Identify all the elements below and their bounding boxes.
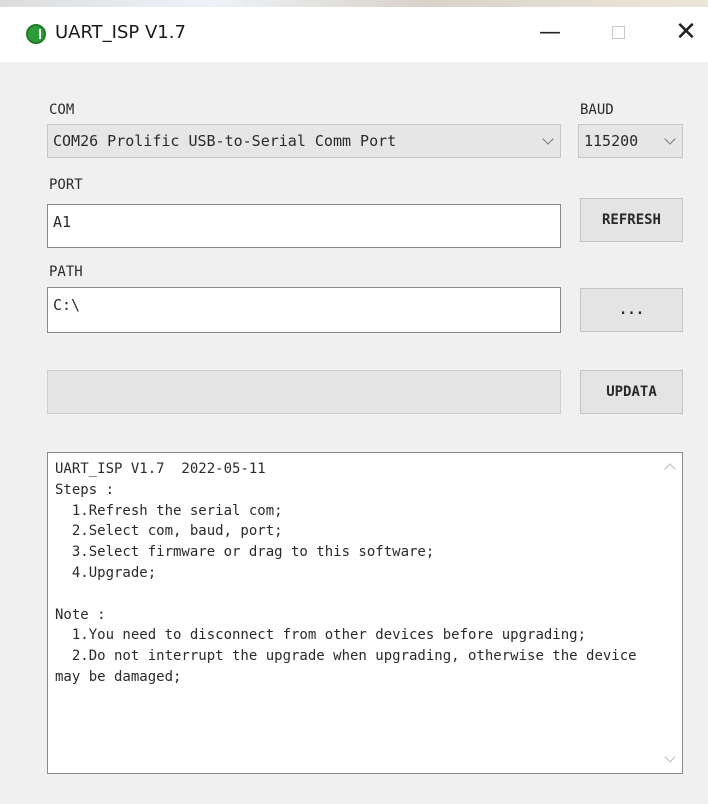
maximize-icon <box>611 25 625 39</box>
browse-button[interactable]: ... <box>580 288 683 332</box>
baud-select-value: 115200 <box>584 132 639 150</box>
refresh-button[interactable]: REFRESH <box>580 198 683 242</box>
close-button[interactable]: ✕ <box>664 14 708 50</box>
window-title: UART_ISP V1.7 <box>55 22 186 43</box>
com-select[interactable]: COM26 Prolific USB-to-Serial Comm Port <box>47 124 561 158</box>
scroll-down-icon[interactable] <box>664 751 676 763</box>
baud-select[interactable]: 115200 <box>578 124 683 158</box>
log-text: UART_ISP V1.7 2022-05-11 Steps : 1.Refre… <box>55 461 637 685</box>
window-top-strip <box>0 0 708 7</box>
baud-label: BAUD <box>580 102 614 118</box>
path-input[interactable]: C:\ <box>47 287 561 333</box>
maximize-button[interactable] <box>596 14 640 50</box>
log-textarea[interactable]: UART_ISP V1.7 2022-05-11 Steps : 1.Refre… <box>47 452 683 774</box>
path-label: PATH <box>49 264 83 280</box>
title-bar: UART_ISP V1.7 — ✕ <box>0 0 708 62</box>
chevron-down-icon <box>542 133 554 145</box>
com-select-value: COM26 Prolific USB-to-Serial Comm Port <box>53 132 397 150</box>
com-label: COM <box>49 102 75 118</box>
power-icon <box>26 24 46 44</box>
chevron-down-icon <box>664 133 676 145</box>
port-input[interactable]: A1 <box>47 204 561 248</box>
upgrade-progress-bar <box>47 370 561 414</box>
port-label: PORT <box>49 177 83 193</box>
scroll-up-icon[interactable] <box>664 463 676 475</box>
minimize-button[interactable]: — <box>528 14 572 50</box>
updata-button[interactable]: UPDATA <box>580 370 683 414</box>
